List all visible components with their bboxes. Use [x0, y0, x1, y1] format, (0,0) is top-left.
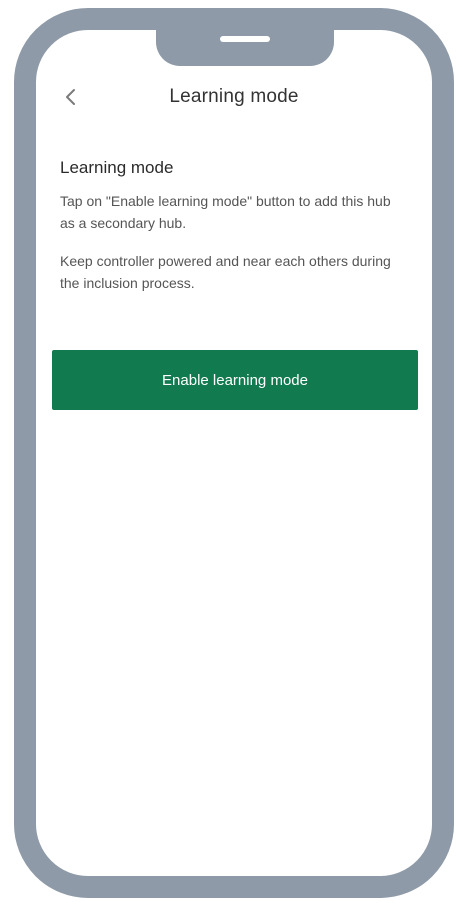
instruction-text-2: Keep controller powered and near each ot… — [60, 253, 391, 291]
app-header: Learning mode — [36, 76, 432, 120]
enable-learning-mode-button[interactable]: Enable learning mode — [52, 350, 418, 410]
speaker-grille — [220, 36, 270, 42]
page-title: Learning mode — [169, 86, 299, 107]
main-content: Learning mode Tap on "Enable learning mo… — [60, 158, 408, 310]
instruction-text-1: Tap on "Enable learning mode" button to … — [60, 193, 391, 231]
phone-notch — [156, 30, 334, 66]
phone-frame: Learning mode Learning mode Tap on "Enab… — [14, 8, 454, 898]
section-title: Learning mode — [60, 158, 174, 177]
